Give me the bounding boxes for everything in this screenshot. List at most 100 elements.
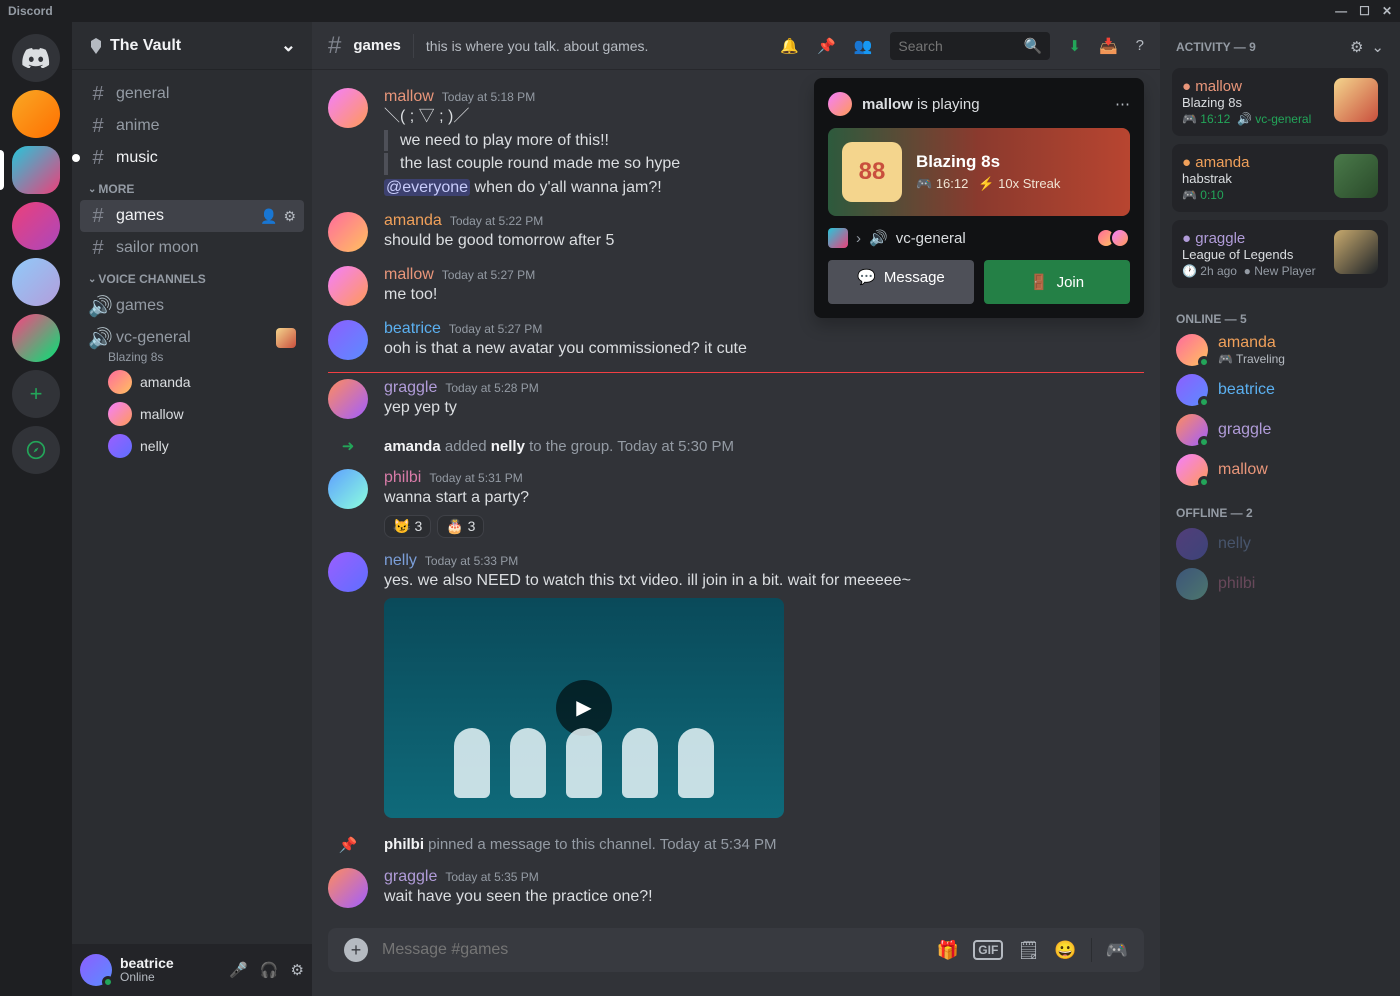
member-name: beatrice [1218,381,1275,399]
inbox-icon[interactable]: 📥 [1099,37,1118,55]
home-button[interactable] [12,34,60,82]
member[interactable]: mallow [1168,450,1392,490]
avatar[interactable] [328,88,368,128]
message: beatriceToday at 5:27 PMooh is that a ne… [328,318,1144,372]
user-panel: beatrice Online 🎤 🎧 ⚙ [72,944,312,996]
members-panel: ACTIVITY — 9 ⚙ ⌄ ● mallowBlazing 8s🎮 16:… [1160,22,1400,996]
close-icon[interactable]: ✕ [1382,4,1392,18]
message-author[interactable]: graggle [384,379,437,397]
notifications-icon[interactable]: 🔔 [780,37,799,55]
message-timestamp: Today at 5:35 PM [445,870,538,884]
more-icon[interactable]: ⋯ [1115,95,1130,113]
message-input[interactable] [382,941,923,959]
message-author[interactable]: philbi [384,469,421,487]
online-header: ONLINE — 5 [1168,296,1392,330]
sticker-icon[interactable]: 🗒 [1017,940,1040,961]
search-icon: 🔍 [1024,37,1043,55]
search-box[interactable]: 🔍 [890,32,1050,60]
reactions: 😼 3 🎂 3 [384,515,1144,538]
activity-card[interactable]: ● amandahabstrak🎮 0:10 [1172,144,1388,212]
avatar[interactable] [328,212,368,252]
voice-channel-v-games[interactable]: 🔊games [80,290,304,322]
channel-category[interactable]: ⌄ VOICE CHANNELS [80,264,304,290]
activity-card[interactable]: ● graggleLeague of Legends🕐 2h ago ● New… [1172,220,1388,288]
game-card[interactable]: 88 Blazing 8s 🎮 16:12 ⚡ 10x Streak [828,128,1130,216]
gift-icon[interactable]: 🎁 [937,940,959,961]
text-channel-music[interactable]: #music [80,142,304,174]
avatar[interactable] [328,868,368,908]
speaker-icon: 🔊 [88,326,108,351]
gear-icon[interactable]: ⚙ [283,208,296,225]
minimize-icon[interactable]: — [1335,4,1347,18]
text-channel-games[interactable]: #games👤⚙ [80,200,304,232]
avatar[interactable] [328,266,368,306]
join-button[interactable]: 🚪 Join [984,260,1130,304]
server-item[interactable] [12,202,60,250]
avatar[interactable] [328,379,368,419]
avatar [1110,228,1130,248]
settings-icon[interactable]: ⚙ [291,961,304,979]
avatar [1176,334,1208,366]
text-channel-sailor-moon[interactable]: #sailor moon [80,232,304,264]
invite-icon[interactable]: 👤 [260,208,277,225]
emoji-icon[interactable]: 😀 [1054,940,1076,961]
avatar[interactable] [328,552,368,592]
server-item[interactable] [12,90,60,138]
maximize-icon[interactable]: ☐ [1359,4,1370,18]
add-server-button[interactable]: + [12,370,60,418]
system-message: ➜amanda added nelly to the group. Today … [328,431,1144,467]
member[interactable]: beatrice [1168,370,1392,410]
message-author[interactable]: mallow [384,88,434,106]
reaction[interactable]: 😼 3 [384,515,431,538]
member[interactable]: amanda🎮 Traveling [1168,330,1392,370]
server-item[interactable] [12,314,60,362]
server-item-active[interactable] [12,146,60,194]
vc-user[interactable]: mallow [108,400,304,428]
server-header[interactable]: The Vault ⌄ [72,22,312,70]
member[interactable]: nelly [1168,524,1392,564]
text-channel-anime[interactable]: #anime [80,110,304,142]
message-author[interactable]: mallow [384,266,434,284]
pinned-icon[interactable]: 📌 [817,37,836,55]
mute-icon[interactable]: 🎤 [229,961,248,979]
help-icon[interactable]: ? [1136,37,1144,54]
voice-channel-vc-general[interactable]: 🔊vc-general [80,322,304,354]
vc-user[interactable]: amanda [108,368,304,396]
download-icon[interactable]: ⬇ [1068,37,1081,55]
message-button[interactable]: 💬 Message [828,260,974,304]
attach-button[interactable]: + [344,938,368,962]
member[interactable]: graggle [1168,410,1392,450]
member-name: nelly [1218,535,1251,553]
avatar [108,402,132,426]
activity-vc-row[interactable]: › 🔊 vc-general [828,228,1130,248]
message-author[interactable]: graggle [384,868,437,886]
explore-button[interactable] [12,426,60,474]
activity-meta: 🎮 0:10 [1182,188,1249,202]
search-input[interactable] [898,38,1023,54]
vc-user[interactable]: nelly [108,432,304,460]
chevron-down-icon[interactable]: ⌄ [1371,38,1384,56]
activity-header: ACTIVITY — 9 [1176,40,1256,54]
member-name: philbi [1218,575,1255,593]
gif-icon[interactable]: GIF [973,940,1003,960]
channel-category[interactable]: ⌄ MORE [80,174,304,200]
channel-label: games [116,207,164,225]
text-channel-general[interactable]: #general [80,78,304,110]
hash-icon: # [88,237,108,260]
activities-icon[interactable]: 🎮 [1106,940,1128,961]
avatar[interactable] [328,320,368,360]
message-author[interactable]: beatrice [384,320,441,338]
message-author[interactable]: amanda [384,212,442,230]
video-embed[interactable]: ▶ [384,598,784,818]
deafen-icon[interactable]: 🎧 [260,961,279,979]
activity-game: Blazing 8s [1182,95,1311,110]
avatar[interactable] [80,954,112,986]
avatar[interactable] [328,469,368,509]
server-item[interactable] [12,258,60,306]
gear-icon[interactable]: ⚙ [1350,38,1363,56]
activity-card[interactable]: ● mallowBlazing 8s🎮 16:12 🔊 vc-general [1172,68,1388,136]
message-author[interactable]: nelly [384,552,417,570]
member[interactable]: philbi [1168,564,1392,604]
reaction[interactable]: 🎂 3 [437,515,484,538]
members-icon[interactable]: 👥 [854,37,873,55]
